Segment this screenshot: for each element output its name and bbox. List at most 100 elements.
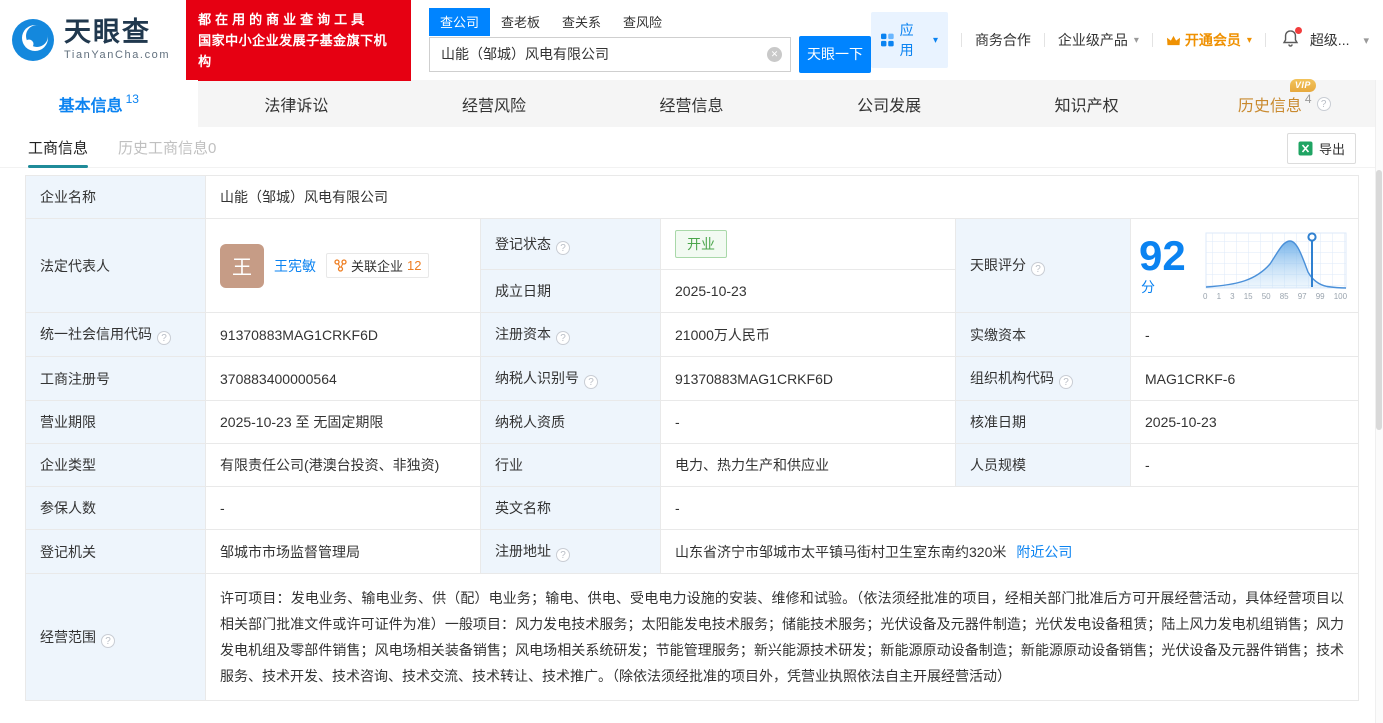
industry-value: 电力、热力生产和供应业: [660, 443, 956, 487]
search-tab-company[interactable]: 查公司: [428, 7, 490, 36]
score-label: 天眼评分?: [955, 218, 1131, 313]
avatar[interactable]: 王: [220, 243, 264, 288]
company-name-value: 山能（邹城）风电有限公司: [204, 175, 1360, 219]
business-info-table: 企业名称 山能（邹城）风电有限公司 法定代表人 王 王宪敏 关联企业 12 登记…: [0, 168, 1383, 701]
slogan-banner: 都在用的商业查询工具 国家中小企业发展子基金旗下机构: [186, 0, 411, 81]
search-tab-boss[interactable]: 查老板: [490, 8, 551, 36]
nav-business-cooperation[interactable]: 商务合作: [975, 30, 1031, 50]
company-type-label: 企业类型: [25, 443, 206, 487]
reg-status-value: 开业: [660, 218, 956, 270]
crown-icon: [1166, 35, 1180, 45]
clear-search-icon[interactable]: ✕: [766, 46, 782, 62]
help-icon[interactable]: ?: [556, 240, 570, 255]
help-icon[interactable]: ?: [584, 375, 598, 389]
score-axis-tick: 100: [1333, 291, 1348, 301]
score-axis-tick: 15: [1243, 291, 1253, 301]
search-area: 查公司 查老板 查关系 查风险 ✕ 天眼一下: [428, 7, 871, 73]
org-code-value: MAG1CRKF-6: [1129, 356, 1360, 401]
tab-label: 经营风险: [461, 97, 526, 115]
chevron-down-icon: ▾: [1133, 34, 1139, 46]
related-label: 关联企业: [351, 259, 404, 274]
scrollbar-track[interactable]: [1375, 80, 1383, 723]
help-icon[interactable]: ?: [157, 331, 171, 345]
table-row: 营业期限 2025-10-23 至 无固定期限 纳税人资质 - 核准日期 202…: [25, 400, 1360, 444]
paid-capital-label: 实缴资本: [955, 312, 1131, 357]
nav-open-vip[interactable]: 开通会员 ▾: [1166, 30, 1252, 50]
help-icon[interactable]: ?: [556, 548, 570, 562]
slogan-line-1: 都在用的商业查询工具: [198, 11, 369, 27]
search-input[interactable]: [428, 36, 791, 72]
table-row: 工商注册号 370883400000564 纳税人识别号? 91370883MA…: [25, 356, 1360, 401]
tab-company-development[interactable]: 公司发展: [790, 80, 988, 127]
divider: [1151, 33, 1153, 47]
nav-apps[interactable]: 应用 ▾: [870, 12, 948, 68]
score-axis-tick: 97: [1297, 291, 1307, 301]
credit-code-value: 91370883MAG1CRKF6D: [205, 312, 481, 357]
score-unit: 分: [1141, 278, 1155, 295]
insured-count-label: 参保人数: [25, 486, 206, 530]
tab-history-info[interactable]: 历史信息 VIP 4 ?: [1185, 78, 1383, 127]
company-type-value: 有限责任公司(港澳台投资、非独资): [205, 443, 481, 487]
tab-label: 基本信息: [58, 97, 123, 115]
search-tab-risk[interactable]: 查风险: [612, 8, 673, 36]
tianyancha-eye-icon: [12, 19, 54, 61]
score-axis-tick: 50: [1261, 291, 1271, 301]
tab-intellectual-property[interactable]: 知识产权: [988, 80, 1186, 127]
subtab-business-registration[interactable]: 工商信息: [28, 127, 89, 168]
tab-operational-risk[interactable]: 经营风险: [395, 80, 593, 127]
approval-date-label: 核准日期: [955, 400, 1131, 444]
staff-size-value: -: [1129, 443, 1360, 487]
legal-rep-name-link[interactable]: 王宪敏: [274, 256, 316, 276]
chevron-down-icon: ▾: [932, 34, 938, 46]
nav-vip-label: 开通会员: [1184, 32, 1241, 48]
tab-count: 13: [125, 91, 139, 106]
page-header: 天眼查 TianYanCha.com 都在用的商业查询工具 国家中小企业发展子基…: [0, 0, 1383, 81]
nav-user-account[interactable]: 超级...: [1310, 30, 1350, 50]
tab-legal-litigation[interactable]: 法律诉讼: [198, 80, 396, 127]
nav-enterprise-label: 企业级产品: [1057, 32, 1128, 48]
nav-enterprise-products[interactable]: 企业级产品 ▾: [1058, 30, 1139, 50]
score-axis-tick: 99: [1315, 291, 1325, 301]
tab-business-info[interactable]: 经营信息: [593, 80, 791, 127]
help-icon[interactable]: ?: [101, 633, 115, 648]
nearby-companies-link[interactable]: 附近公司: [1016, 544, 1072, 560]
company-section-tabs: 基本信息 13 法律诉讼 经营风险 经营信息 公司发展 知识产权 历史信息 VI…: [0, 78, 1383, 127]
help-icon[interactable]: ?: [1059, 375, 1073, 389]
tianyancha-logo[interactable]: 天眼查 TianYanCha.com: [10, 17, 170, 63]
vip-badge: VIP: [1289, 78, 1316, 92]
approval-date-value: 2025-10-23: [1129, 400, 1360, 444]
table-row: 企业名称 山能（邹城）风电有限公司: [25, 175, 1360, 219]
chevron-down-icon[interactable]: ▾: [1363, 34, 1369, 47]
tab-label: 经营信息: [659, 97, 724, 115]
notification-bell-icon[interactable]: [1281, 27, 1302, 51]
export-label: 导出: [1318, 142, 1345, 157]
export-button[interactable]: 导出: [1286, 133, 1356, 164]
brand-name: 天眼查: [64, 17, 151, 47]
score-axis-tick: 1: [1216, 291, 1222, 301]
scrollbar-thumb[interactable]: [1376, 170, 1382, 430]
help-icon[interactable]: ?: [1316, 96, 1331, 111]
chevron-down-icon: ▾: [1246, 34, 1252, 46]
business-scope-value: 许可项目：发电业务、输电业务、供（配）电业务；输电、供电、受电电力设施的安装、维…: [204, 573, 1360, 701]
org-network-icon: [334, 259, 347, 272]
paid-capital-value: -: [1129, 312, 1360, 357]
score-distribution-chart: 0 1 3 15 50 85 97 99 100: [1200, 230, 1350, 302]
credit-code-label: 统一社会信用代码?: [25, 312, 206, 357]
reg-authority-value: 邹城市市场监督管理局: [205, 529, 481, 574]
search-button[interactable]: 天眼一下: [798, 35, 871, 73]
business-term-label: 营业期限: [25, 400, 206, 444]
reg-address-label: 注册地址?: [480, 529, 661, 574]
tab-basic-info[interactable]: 基本信息 13: [0, 80, 198, 127]
org-code-label: 组织机构代码?: [955, 356, 1131, 401]
related-count: 12: [407, 258, 422, 273]
nav-apps-label: 应用: [899, 22, 914, 58]
help-icon[interactable]: ?: [1031, 262, 1045, 276]
notification-dot: [1294, 27, 1302, 34]
score-cell[interactable]: 92分 0 1 3 15 50 85 97 99 100: [1129, 218, 1360, 313]
related-companies-badge[interactable]: 关联企业 12: [326, 253, 430, 278]
tab-label: 历史信息: [1237, 97, 1302, 115]
search-tab-relation[interactable]: 查关系: [551, 8, 612, 36]
help-icon[interactable]: ?: [556, 331, 570, 345]
nav-user-label: 超级...: [1309, 32, 1350, 48]
subtab-history-registration[interactable]: 历史工商信息0: [118, 127, 216, 168]
